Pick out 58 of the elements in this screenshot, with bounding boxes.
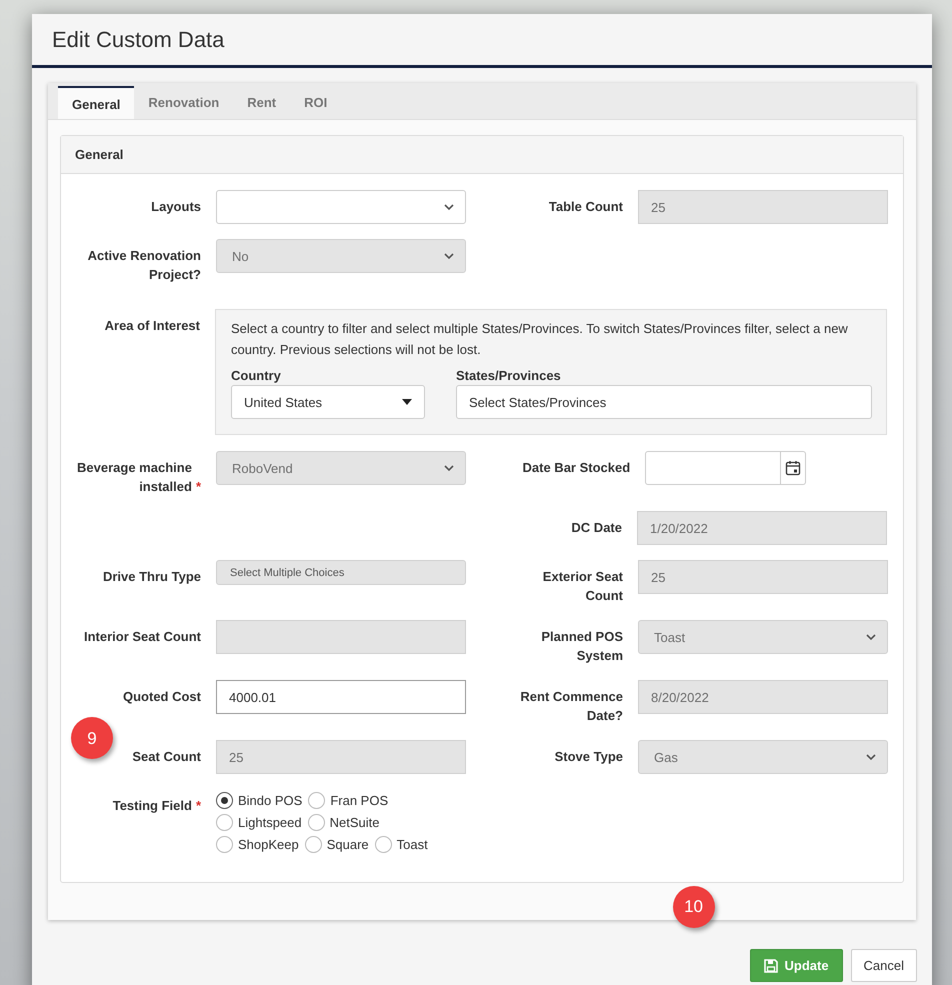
radio-option[interactable]: Fran POS xyxy=(308,791,388,810)
radio-button[interactable] xyxy=(308,792,326,809)
country-select[interactable]: United States xyxy=(231,385,425,419)
field-label: Planned POS System xyxy=(540,628,623,665)
field-label: Rent Commence Date? xyxy=(519,688,623,725)
section-title: General xyxy=(75,147,124,162)
states-field[interactable]: Select States/Provinces xyxy=(456,385,872,419)
radio-button[interactable] xyxy=(374,836,392,853)
radio-button[interactable] xyxy=(216,792,233,809)
modal-title: Edit Custom Data xyxy=(52,26,224,52)
select-field[interactable] xyxy=(216,190,466,224)
date-field[interactable] xyxy=(645,451,782,485)
cancel-button[interactable]: Cancel xyxy=(850,949,917,982)
radio-option[interactable]: Square xyxy=(304,835,369,854)
tab[interactable]: ROI xyxy=(290,85,342,119)
caret-icon xyxy=(402,399,412,405)
chevron-icon xyxy=(443,203,455,211)
radio-option[interactable]: NetSuite xyxy=(308,813,380,832)
field-label: Area of Interest xyxy=(104,317,200,335)
tab[interactable]: Rent xyxy=(233,85,290,119)
tab[interactable]: General xyxy=(58,86,134,119)
chevron-icon xyxy=(443,252,455,260)
field-label: Table Count xyxy=(548,198,623,216)
field-label: Date Bar Stocked xyxy=(522,459,630,477)
required-mark: * xyxy=(196,797,201,815)
field-label: Seat Count xyxy=(132,748,201,766)
field-label: Testing Field xyxy=(112,797,192,815)
update-button[interactable]: Update xyxy=(750,949,843,982)
input-field[interactable]: 4000.01 xyxy=(216,680,466,714)
field-label: Active Renovation Project? xyxy=(86,247,201,284)
tab[interactable]: Renovation xyxy=(134,85,234,119)
chevron-icon xyxy=(865,753,877,761)
required-mark: * xyxy=(196,478,201,496)
save-icon xyxy=(764,958,778,972)
callout-badge: 9 xyxy=(71,717,113,759)
chevron-icon xyxy=(865,633,877,641)
radio-option[interactable]: Bindo POS xyxy=(216,791,302,810)
calendar-icon xyxy=(786,460,800,476)
radio-button[interactable] xyxy=(308,814,325,831)
field-label: Stove Type xyxy=(554,748,623,766)
field-label: DC Date xyxy=(571,519,622,537)
radio-button[interactable] xyxy=(216,814,233,831)
help-text: Select a country to filter and select multiple States/Provinces. To switch States/Provinces filter, select a new country. Previous selections will not be lost. xyxy=(231,320,849,359)
field-label: States/Provinces xyxy=(456,368,562,383)
radio-button[interactable] xyxy=(216,836,233,853)
field-label: Country xyxy=(231,368,282,383)
field-label: Drive Thru Type xyxy=(102,568,201,586)
field-label: Exterior Seat Count xyxy=(542,568,623,605)
field-label: Layouts xyxy=(151,198,201,216)
radio-button[interactable] xyxy=(304,836,322,853)
radio-option[interactable]: Lightspeed xyxy=(216,813,302,832)
field-label: Beverage machine installed xyxy=(76,459,192,496)
field-label: Quoted Cost xyxy=(123,688,201,706)
field-label: Interior Seat Count xyxy=(84,628,201,646)
calendar-button[interactable] xyxy=(781,451,806,485)
chevron-icon xyxy=(443,464,455,472)
radio-option[interactable]: ShopKeep xyxy=(216,835,299,854)
radio-option[interactable]: Toast xyxy=(374,835,428,854)
